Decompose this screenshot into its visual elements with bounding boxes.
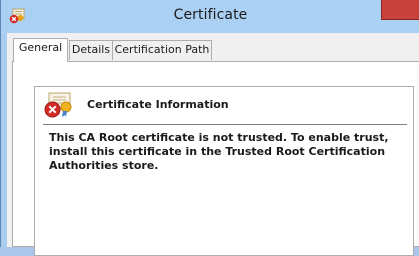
general-tab-panel: Certificate Information This CA Root cer… <box>12 61 419 256</box>
dialog-client-area: General Details Certification Path Certi… <box>7 33 419 256</box>
tab-details[interactable]: Details <box>69 40 113 60</box>
tab-details-label: Details <box>71 43 111 56</box>
tab-general[interactable]: General <box>13 38 68 62</box>
certificate-error-icon <box>44 92 74 118</box>
tab-general-label: General <box>18 41 63 54</box>
tab-certification-path-label: Certification Path <box>114 43 210 56</box>
certificate-dialog: Certificate General Details Certificatio… <box>0 0 419 256</box>
window-title: Certificate <box>173 7 248 23</box>
certificate-info-title: Certificate Information <box>87 98 229 111</box>
close-button[interactable] <box>381 0 419 20</box>
tab-certification-path[interactable]: Certification Path <box>112 40 212 60</box>
title-bar[interactable]: Certificate <box>1 0 419 34</box>
certificate-info-box: Certificate Information This CA Root cer… <box>34 86 414 256</box>
info-divider <box>43 124 407 125</box>
trust-warning-message: This CA Root certificate is not trusted.… <box>49 131 389 172</box>
